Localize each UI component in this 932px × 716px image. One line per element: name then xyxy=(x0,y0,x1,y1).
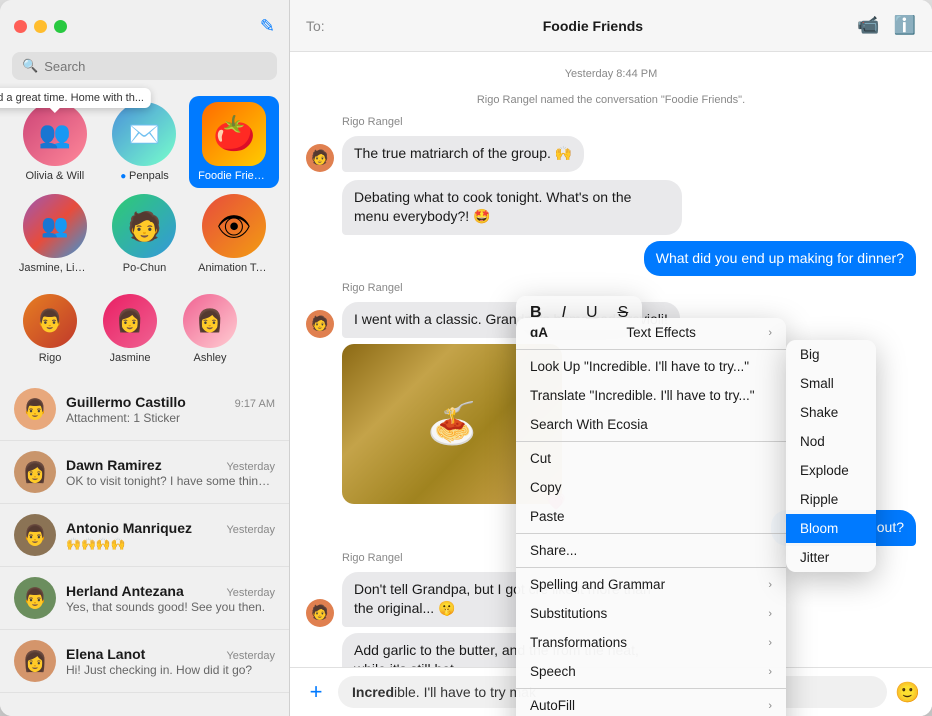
ctx-transformations[interactable]: Transformations › xyxy=(516,628,786,657)
ctx-separator-3 xyxy=(516,533,786,534)
search-ecosia-label: Search With Ecosia xyxy=(530,417,648,432)
text-effects-submenu: Big Small Shake Nod Explode Ripple Bloom… xyxy=(786,340,876,572)
effect-bloom[interactable]: Bloom xyxy=(786,514,876,543)
text-effects-arrow: › xyxy=(768,327,772,339)
translate-label: Translate "Incredible. I'll have to try.… xyxy=(530,388,755,403)
text-effects-label: Text Effects xyxy=(626,325,696,340)
transformations-label: Transformations xyxy=(530,635,627,650)
speech-arrow: › xyxy=(768,666,772,678)
effect-small[interactable]: Small xyxy=(786,369,876,398)
ctx-share[interactable]: Share... xyxy=(516,536,786,565)
ctx-text-effects[interactable]: ɑA Text Effects › xyxy=(516,318,786,347)
ctx-speech[interactable]: Speech › xyxy=(516,657,786,686)
context-menu: ɑA Text Effects › Look Up "Incredible. I… xyxy=(516,318,786,716)
speech-label: Speech xyxy=(530,664,576,679)
effect-explode[interactable]: Explode xyxy=(786,456,876,485)
ctx-substitutions[interactable]: Substitutions › xyxy=(516,599,786,628)
ctx-separator-1 xyxy=(516,349,786,350)
context-menu-overlay: B I U S ɑA Text Effects › Look Up "Incre… xyxy=(0,0,932,716)
share-label: Share... xyxy=(530,543,577,558)
ctx-spelling[interactable]: Spelling and Grammar › xyxy=(516,570,786,599)
effect-big[interactable]: Big xyxy=(786,340,876,369)
ctx-search-ecosia[interactable]: Search With Ecosia xyxy=(516,410,786,439)
effect-shake[interactable]: Shake xyxy=(786,398,876,427)
app-window: ✎ 🔍 We had a great time. Home with th...… xyxy=(0,0,932,716)
substitutions-arrow: › xyxy=(768,608,772,620)
effect-nod[interactable]: Nod xyxy=(786,427,876,456)
effect-jitter[interactable]: Jitter xyxy=(786,543,876,572)
paste-label: Paste xyxy=(530,509,565,524)
autofill-label: AutoFill xyxy=(530,698,575,713)
substitutions-label: Substitutions xyxy=(530,606,607,621)
copy-label: Copy xyxy=(530,480,562,495)
ctx-separator-2 xyxy=(516,441,786,442)
effect-ripple[interactable]: Ripple xyxy=(786,485,876,514)
text-effects-icon: ɑA xyxy=(530,325,548,340)
cut-label: Cut xyxy=(530,451,551,466)
ctx-paste[interactable]: Paste xyxy=(516,502,786,531)
spelling-arrow: › xyxy=(768,579,772,591)
ctx-translate[interactable]: Translate "Incredible. I'll have to try.… xyxy=(516,381,786,410)
ctx-copy[interactable]: Copy xyxy=(516,473,786,502)
ctx-separator-4 xyxy=(516,567,786,568)
ctx-autofill[interactable]: AutoFill › xyxy=(516,691,786,716)
ctx-cut[interactable]: Cut xyxy=(516,444,786,473)
transformations-arrow: › xyxy=(768,637,772,649)
lookup-label: Look Up "Incredible. I'll have to try...… xyxy=(530,359,749,374)
autofill-arrow: › xyxy=(768,700,772,712)
ctx-separator-5 xyxy=(516,688,786,689)
spelling-label: Spelling and Grammar xyxy=(530,577,665,592)
ctx-lookup[interactable]: Look Up "Incredible. I'll have to try...… xyxy=(516,352,786,381)
